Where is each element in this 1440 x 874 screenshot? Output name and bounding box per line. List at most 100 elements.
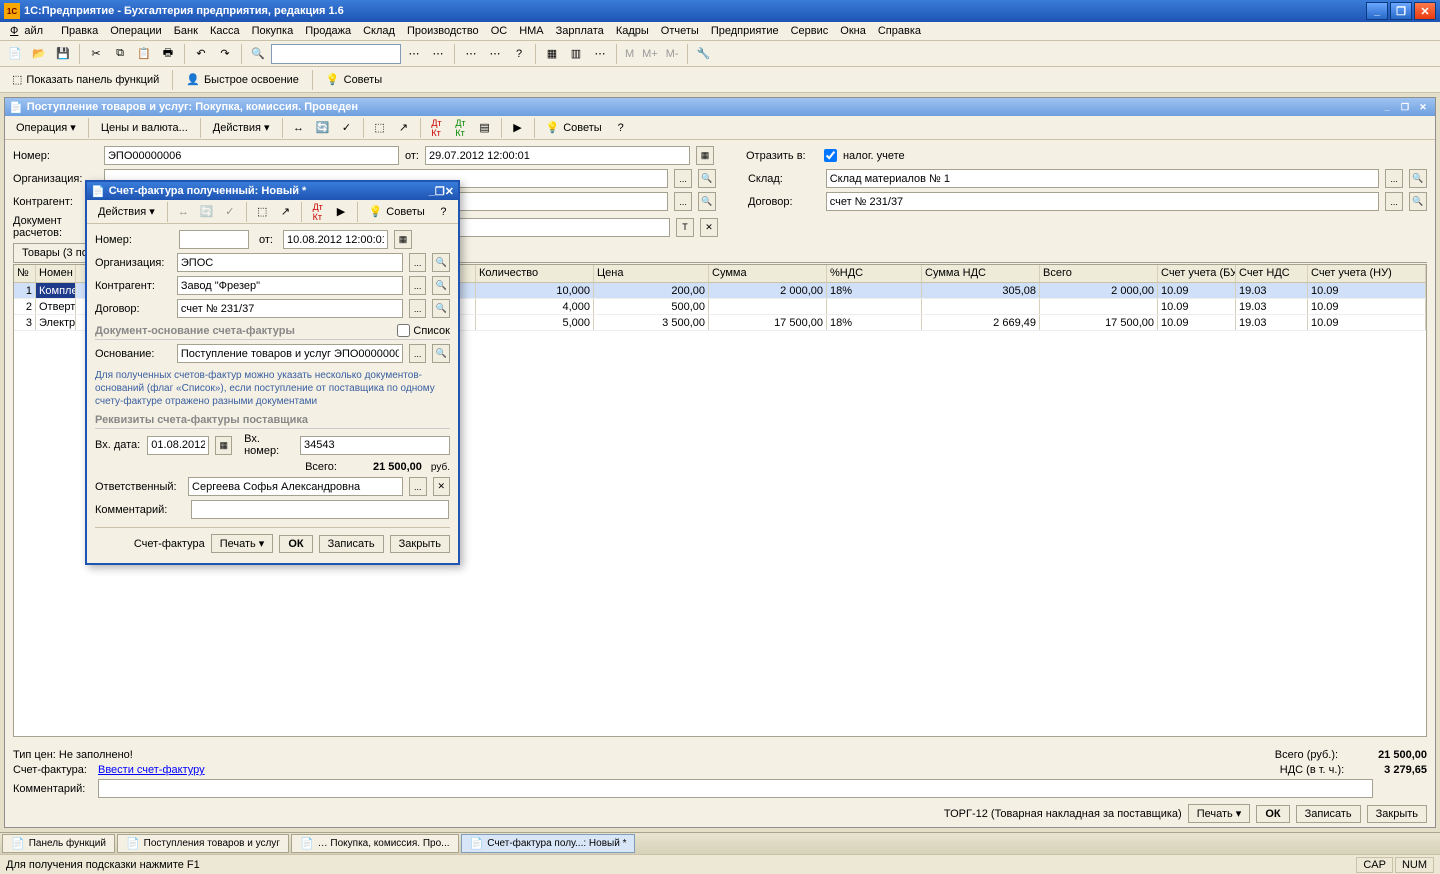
menu-bank[interactable]: Банк (168, 23, 204, 39)
open-icon[interactable]: 📂 (28, 43, 50, 65)
move-icon[interactable]: ↗ (393, 117, 415, 139)
maximize-button[interactable]: ❐ (1390, 2, 1412, 20)
quick-start-button[interactable]: 👤 Быстрое освоение (180, 71, 305, 88)
indate-input[interactable] (147, 436, 209, 455)
save-button[interactable]: Записать (1296, 805, 1361, 823)
find-icon[interactable]: 🔍 (247, 43, 269, 65)
actions-dropdown[interactable]: Действия ▾ (206, 118, 277, 137)
menu-sale[interactable]: Продажа (299, 23, 357, 39)
dlg-invoice-link[interactable]: Счет-фактура (134, 538, 205, 550)
taskbar-item[interactable]: 📄Счет-фактура полу...: Новый * (461, 834, 636, 853)
dlg-org-sel[interactable]: ... (409, 253, 427, 272)
org-sel-button[interactable]: ... (674, 169, 692, 188)
menu-file[interactable]: Файл (4, 23, 55, 39)
close-button[interactable]: ✕ (1414, 2, 1436, 20)
wh-open-button[interactable]: 🔍 (1409, 169, 1427, 188)
cut-icon[interactable]: ✂ (85, 43, 107, 65)
dlg-org-open[interactable]: 🔍 (432, 253, 450, 272)
comment-input[interactable] (98, 779, 1373, 798)
dlg-move-icon[interactable]: ↗ (275, 201, 296, 223)
print-dropdown[interactable]: Печать ▾ (1188, 804, 1251, 823)
warehouse-input[interactable] (826, 169, 1379, 188)
mminus-btn[interactable]: M- (663, 48, 682, 60)
tb-a[interactable]: ⋯ (403, 43, 425, 65)
undo-icon[interactable]: ↶ (190, 43, 212, 65)
menu-help[interactable]: Справка (872, 23, 927, 39)
resp-sel[interactable]: ... (409, 477, 426, 496)
tb-d[interactable]: ⋯ (484, 43, 506, 65)
dlg-basis-open[interactable]: 🔍 (432, 344, 450, 363)
sub-min-button[interactable]: _ (1379, 100, 1395, 114)
paste-icon[interactable]: 📋 (133, 43, 155, 65)
ct-sel-button[interactable]: ... (1385, 192, 1403, 211)
mplus-btn[interactable]: M+ (639, 48, 661, 60)
menu-production[interactable]: Производство (401, 23, 485, 39)
dlg-nav-icon[interactable]: ↔ (173, 201, 194, 223)
prices-button[interactable]: Цены и валюта... (94, 119, 195, 137)
resp-input[interactable] (188, 477, 403, 496)
dlg-ca-open[interactable]: 🔍 (432, 276, 450, 295)
help2-icon[interactable]: ? (610, 117, 632, 139)
db-x-button[interactable]: ✕ (700, 218, 718, 237)
show-funcs-button[interactable]: ⬚ Показать панель функций (6, 71, 165, 88)
dlg-ct-sel[interactable]: ... (409, 299, 427, 318)
calendar-icon[interactable]: ▥ (565, 43, 587, 65)
dlg-number-input[interactable] (179, 230, 249, 249)
dlg-help-icon[interactable]: ? (433, 201, 454, 223)
dlg-basis-sel[interactable]: ... (409, 344, 427, 363)
m-btn[interactable]: M (622, 48, 637, 60)
calendar-button[interactable]: ▦ (696, 146, 714, 165)
tips2-button[interactable]: 💡Советы (540, 119, 608, 136)
number-input[interactable] (104, 146, 399, 165)
taskbar-item[interactable]: 📄Поступления товаров и услуг (117, 834, 289, 853)
search-combo[interactable] (271, 44, 401, 64)
save-icon[interactable]: 💾 (52, 43, 74, 65)
minimize-button[interactable]: _ (1366, 2, 1388, 20)
help-icon[interactable]: ? (508, 43, 530, 65)
receipt-titlebar[interactable]: 📄 Поступление товаров и услуг: Покупка, … (5, 98, 1435, 116)
dialog-titlebar[interactable]: 📄 Счет-фактура полученный: Новый * _ ❐ ✕ (87, 182, 458, 200)
dt-icon[interactable]: ДтКт (426, 117, 448, 139)
sub-close-button[interactable]: ✕ (1415, 100, 1431, 114)
tb-b[interactable]: ⋯ (427, 43, 449, 65)
calc-icon[interactable]: ▦ (541, 43, 563, 65)
dlg-tips-button[interactable]: 💡Советы (363, 203, 431, 220)
menu-reports[interactable]: Отчеты (655, 23, 705, 39)
date-input[interactable] (425, 146, 690, 165)
indate-cal[interactable]: ▦ (215, 436, 232, 455)
ca-open-button[interactable]: 🔍 (698, 192, 716, 211)
taskbar-item[interactable]: 📄Панель функций (2, 834, 115, 853)
dlg-ref-icon[interactable]: 🔄 (196, 201, 217, 223)
dlg-ca-sel[interactable]: ... (409, 276, 427, 295)
dlg-ok-button[interactable]: ОК (279, 535, 312, 553)
menu-operations[interactable]: Операции (104, 23, 167, 39)
dlg-comment-input[interactable] (191, 500, 449, 519)
dlg-print-button[interactable]: Печать ▾ (211, 534, 274, 553)
dlg-go-icon[interactable]: ▶ (330, 201, 351, 223)
innum-input[interactable] (300, 436, 450, 455)
nav-icon[interactable]: ↔ (288, 117, 310, 139)
copy-icon[interactable]: ⧉ (109, 43, 131, 65)
dlg-save-button[interactable]: Записать (319, 535, 384, 553)
contract-input[interactable] (826, 192, 1379, 211)
tips-button[interactable]: 💡 Советы (320, 71, 388, 88)
menu-stock[interactable]: Склад (357, 23, 401, 39)
dlg-cal-button[interactable]: ▦ (394, 230, 412, 249)
go-icon[interactable]: ▶ (507, 117, 529, 139)
org-open-button[interactable]: 🔍 (698, 169, 716, 188)
ok-button[interactable]: ОК (1256, 805, 1289, 823)
torg12-link[interactable]: ТОРГ-12 (Товарная накладная за поставщик… (944, 808, 1182, 820)
close-button2[interactable]: Закрыть (1367, 805, 1427, 823)
dlg-basis-input[interactable] (177, 344, 403, 363)
redo-icon[interactable]: ↷ (214, 43, 236, 65)
reflect-checkbox[interactable] (824, 149, 837, 162)
taskbar-item[interactable]: 📄… Покупка, комиссия. Про... (291, 834, 459, 853)
menu-cash[interactable]: Касса (204, 23, 246, 39)
ct-open-button[interactable]: 🔍 (1409, 192, 1427, 211)
dlg-ct-input[interactable] (177, 299, 403, 318)
dlg-actions-dropdown[interactable]: Действия ▾ (91, 202, 162, 221)
print-icon[interactable]: 🖶 (157, 43, 179, 65)
report-icon[interactable]: ▤ (474, 117, 496, 139)
tb-e[interactable]: ⋯ (589, 43, 611, 65)
dlg-close-button[interactable]: ✕ (445, 185, 454, 198)
